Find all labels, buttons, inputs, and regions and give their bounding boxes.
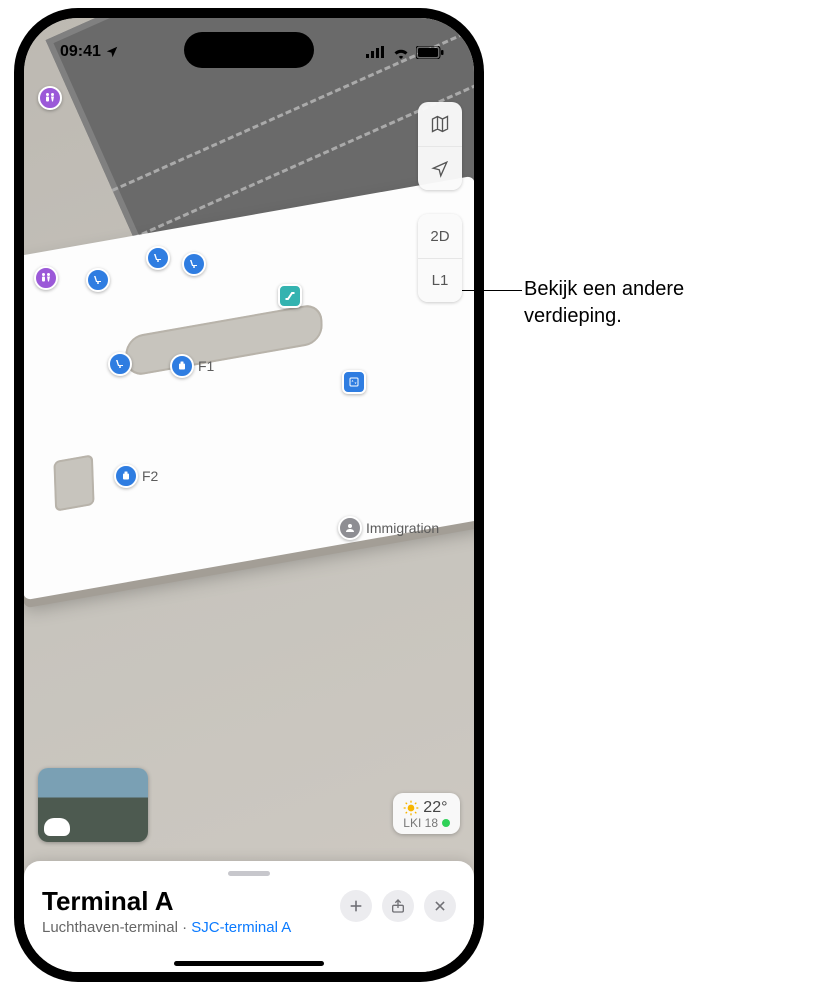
elevator-icon — [342, 370, 366, 394]
view-mode-label: 2D — [430, 228, 449, 245]
close-button[interactable] — [424, 890, 456, 922]
poi-label: F1 — [198, 358, 214, 374]
escalator-icon — [278, 284, 302, 308]
wifi-icon — [392, 46, 410, 59]
building-cutout — [53, 454, 94, 511]
cellular-icon — [366, 46, 386, 58]
home-indicator[interactable] — [174, 961, 324, 966]
map-mode-button[interactable] — [418, 102, 462, 146]
locate-me-button[interactable] — [418, 146, 462, 190]
callout-line1: Bekijk een andere — [524, 276, 684, 303]
poi-immigration[interactable]: Immigration — [338, 516, 439, 540]
callout-line2: verdieping. — [524, 303, 684, 330]
poi-baggage-cart[interactable] — [86, 268, 110, 292]
poi-baggage-f2[interactable]: F2 — [114, 464, 158, 488]
poi-elevator[interactable] — [342, 370, 366, 394]
place-category: Luchthaven-terminal · — [42, 919, 191, 936]
cart-icon — [86, 268, 110, 292]
map-controls-bottom: 2D L1 — [418, 214, 462, 302]
cart-icon — [108, 352, 132, 376]
cart-icon — [146, 246, 170, 270]
poi-label: Immigration — [366, 520, 439, 536]
poi-restroom[interactable] — [38, 86, 62, 110]
poi-baggage-f1[interactable]: F1 — [170, 354, 214, 378]
temperature-label: 22° — [423, 799, 447, 817]
look-around-thumbnail[interactable] — [38, 768, 148, 842]
sheet-actions — [340, 890, 456, 922]
aqi-label: LKI 18 — [403, 816, 438, 830]
status-right — [366, 46, 444, 59]
place-sheet[interactable]: Terminal A Luchthaven-terminal · SJC-ter… — [24, 861, 474, 972]
status-time: 09:41 — [60, 43, 101, 61]
phone-screen: 09:41 — [24, 18, 474, 972]
callout-leader-line — [462, 290, 522, 291]
sheet-grabber[interactable] — [228, 871, 270, 876]
share-button[interactable] — [382, 890, 414, 922]
location-services-icon — [105, 45, 119, 59]
plus-icon — [348, 898, 364, 914]
status-left: 09:41 — [60, 43, 119, 61]
immigration-icon — [338, 516, 362, 540]
close-icon — [433, 899, 447, 913]
phone-frame: 09:41 — [14, 8, 484, 982]
place-subtitle: Luchthaven-terminal · SJC-terminal A — [42, 919, 291, 936]
dynamic-island — [184, 32, 314, 68]
poi-baggage-cart[interactable] — [182, 252, 206, 276]
view-mode-toggle[interactable]: 2D — [418, 214, 462, 258]
poi-label: F2 — [142, 468, 158, 484]
battery-icon — [416, 46, 444, 59]
binoculars-icon — [44, 818, 70, 836]
restroom-icon — [38, 86, 62, 110]
place-title: Terminal A — [42, 886, 291, 917]
baggage-icon — [114, 464, 138, 488]
restroom-icon — [34, 266, 58, 290]
floor-label: L1 — [432, 272, 449, 289]
place-parent-link[interactable]: SJC-terminal A — [191, 919, 291, 936]
poi-baggage-cart[interactable] — [146, 246, 170, 270]
location-arrow-icon — [431, 160, 449, 178]
add-button[interactable] — [340, 890, 372, 922]
cart-icon — [182, 252, 206, 276]
map-icon — [430, 114, 450, 134]
floor-picker-button[interactable]: L1 — [418, 258, 462, 302]
poi-baggage-cart[interactable] — [108, 352, 132, 376]
share-icon — [390, 898, 406, 914]
map-controls-top — [418, 102, 462, 190]
poi-escalator[interactable] — [278, 284, 302, 308]
callout-text: Bekijk een andere verdieping. — [524, 276, 684, 330]
baggage-icon — [170, 354, 194, 378]
aqi-indicator-dot — [442, 819, 450, 827]
poi-restroom[interactable] — [34, 266, 58, 290]
sun-icon — [403, 800, 419, 816]
weather-badge[interactable]: 22° LKI 18 — [393, 793, 460, 834]
